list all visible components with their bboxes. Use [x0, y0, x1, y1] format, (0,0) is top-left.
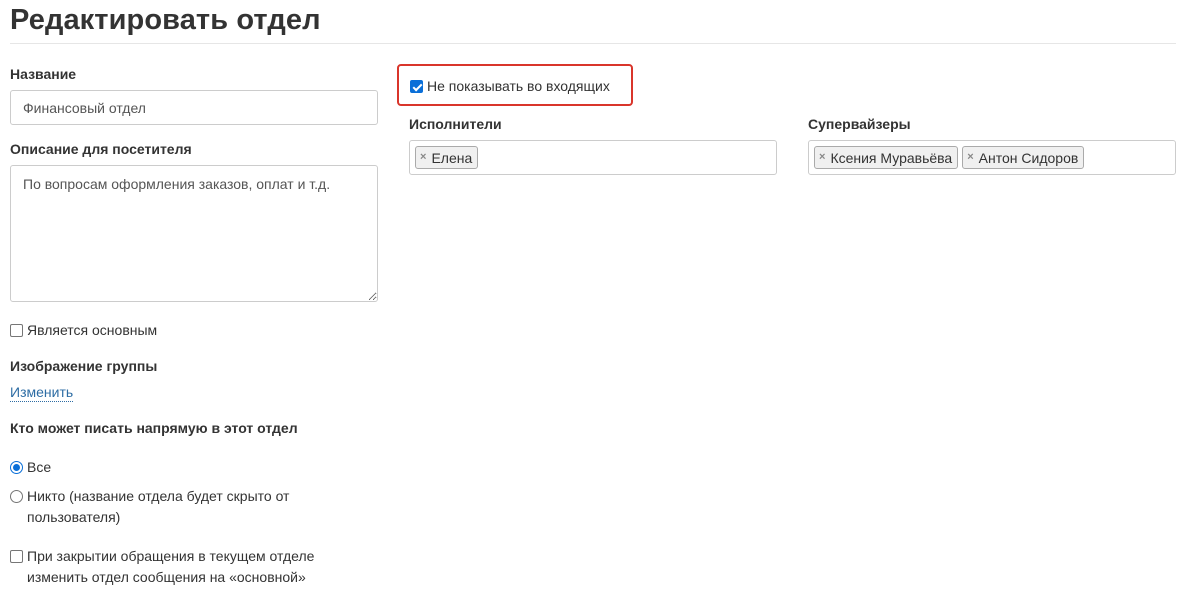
- performer-tag-label: Елена: [431, 149, 473, 166]
- supervisor-tag: × Ксения Муравьёва: [814, 146, 959, 169]
- performers-field[interactable]: × Елена: [409, 140, 777, 175]
- hide-in-inbox-label: Не показывать во входящих: [427, 78, 610, 94]
- title-divider: [10, 43, 1176, 44]
- image-label: Изображение группы: [10, 358, 158, 374]
- supervisor-tag-label: Ксения Муравьёва: [830, 149, 953, 166]
- radio-option-nobody[interactable]: Никто (название отдела будет скрыто от п…: [10, 486, 310, 528]
- page-title: Редактировать отдел: [10, 4, 321, 36]
- supervisor-tag-label: Антон Сидоров: [978, 149, 1079, 166]
- supervisors-label: Супервайзеры: [808, 116, 911, 132]
- name-label: Название: [10, 66, 77, 82]
- remove-tag-icon[interactable]: ×: [420, 152, 426, 163]
- on-close-checkbox[interactable]: [10, 550, 23, 563]
- remove-tag-icon[interactable]: ×: [967, 152, 973, 163]
- is-main-checkbox[interactable]: [10, 324, 23, 337]
- on-close-checkbox-row[interactable]: При закрытии обращения в текущем отделе …: [10, 546, 330, 588]
- is-main-checkbox-row[interactable]: Является основным: [10, 320, 157, 341]
- name-input[interactable]: [10, 90, 378, 125]
- description-textarea[interactable]: По вопросам оформления заказов, оплат и …: [10, 165, 378, 302]
- radio-all-label: Все: [27, 459, 52, 475]
- radio-all[interactable]: [10, 461, 23, 474]
- radio-nobody[interactable]: [10, 490, 23, 503]
- description-label: Описание для посетителя: [10, 141, 192, 157]
- performers-label: Исполнители: [409, 116, 502, 132]
- performer-tag: × Елена: [415, 146, 479, 169]
- supervisors-field[interactable]: × Ксения Муравьёва × Антон Сидоров: [808, 140, 1176, 175]
- hide-in-inbox-checkbox-row[interactable]: Не показывать во входящих: [410, 76, 610, 97]
- change-image-link[interactable]: Изменить: [10, 384, 74, 402]
- radio-nobody-label: Никто (название отдела будет скрыто от п…: [27, 488, 290, 525]
- on-close-label: При закрытии обращения в текущем отделе …: [27, 548, 315, 585]
- who-can-write-label: Кто может писать напрямую в этот отдел: [10, 420, 298, 436]
- radio-option-all[interactable]: Все: [10, 457, 51, 478]
- supervisor-tag: × Антон Сидоров: [962, 146, 1085, 169]
- hide-in-inbox-checkbox[interactable]: [410, 80, 423, 93]
- is-main-label: Является основным: [27, 322, 158, 338]
- remove-tag-icon[interactable]: ×: [819, 152, 825, 163]
